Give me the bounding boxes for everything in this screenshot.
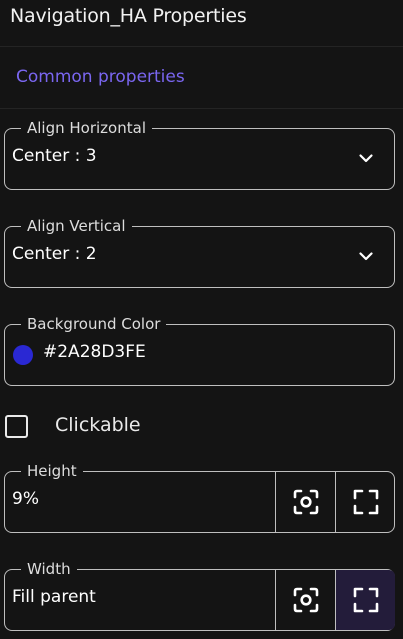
height-field[interactable]: Height 9% [4,461,395,533]
clickable-row[interactable]: Clickable [5,413,205,443]
background-color-label: Background Color [21,314,167,334]
height-value[interactable]: 9% [12,489,39,509]
fit-content-icon [293,489,318,515]
clickable-label: Clickable [55,414,141,436]
panel-header: Navigation_HA Properties [0,0,403,47]
color-swatch[interactable] [13,345,33,365]
width-label: Width [21,559,77,579]
fill-parent-button[interactable] [335,570,395,630]
width-field[interactable]: Width Fill parent [4,559,395,631]
background-color-value[interactable]: #2A28D3FE [43,342,146,362]
align-horizontal-select[interactable]: Align Horizontal Center : 3 [4,118,395,190]
width-value[interactable]: Fill parent [12,587,96,607]
align-vertical-select[interactable]: Align Vertical Center : 2 [4,216,395,288]
fit-content-button[interactable] [275,472,335,532]
align-horizontal-value: Center : 3 [12,146,97,166]
chevron-down-icon[interactable] [358,248,374,264]
fill-parent-icon [353,489,378,515]
chevron-down-icon[interactable] [358,150,374,166]
align-vertical-label: Align Vertical [21,216,132,236]
section-header[interactable]: Common properties [0,47,403,109]
section-label: Common properties [16,67,185,87]
background-color-field[interactable]: Background Color #2A28D3FE [4,314,395,386]
height-label: Height [21,461,83,481]
panel-title: Navigation_HA Properties [10,5,247,27]
clickable-checkbox[interactable] [5,415,28,438]
fill-parent-icon [353,587,378,613]
align-horizontal-label: Align Horizontal [21,118,152,138]
align-vertical-value: Center : 2 [12,244,97,264]
fit-content-button[interactable] [275,570,335,630]
fit-content-icon [293,587,318,613]
fill-parent-button[interactable] [335,472,395,532]
